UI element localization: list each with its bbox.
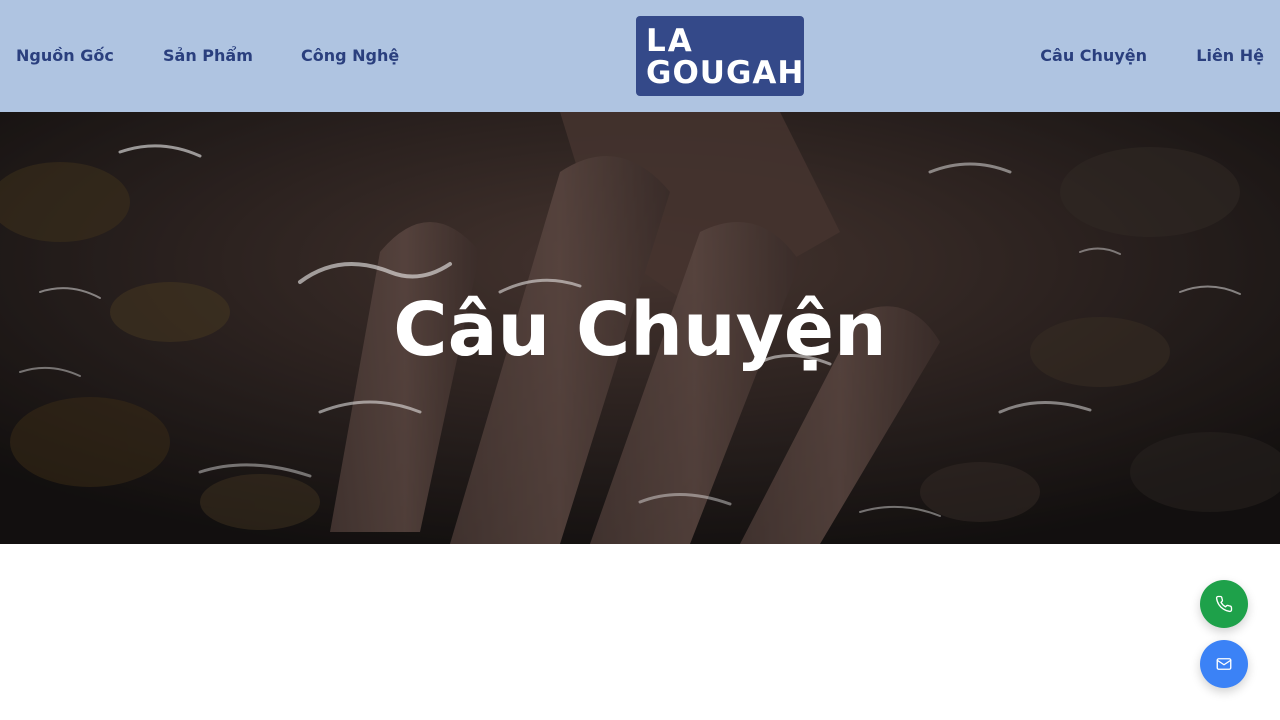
mail-icon (1216, 658, 1232, 670)
nav-link-nguon-goc[interactable]: Nguồn Gốc (16, 44, 114, 68)
brand-logo[interactable]: LA GOUGAH (636, 16, 804, 96)
nav-link-cau-chuyen[interactable]: Câu Chuyện (1040, 44, 1147, 68)
nav-link-lien-he[interactable]: Liên Hệ (1196, 44, 1264, 68)
nav-link-san-pham[interactable]: Sản Phẩm (163, 44, 253, 68)
nav-link-cong-nghe[interactable]: Công Nghệ (301, 44, 399, 68)
logo-text-line2: GOUGAH (646, 55, 804, 91)
hero-banner: Câu Chuyện (0, 112, 1280, 544)
mail-fab-button[interactable] (1200, 640, 1248, 688)
phone-fab-button[interactable] (1200, 580, 1248, 628)
phone-icon (1215, 595, 1233, 613)
site-header: Nguồn Gốc Sản Phẩm Công Nghệ LA GOUGAH C… (0, 0, 1280, 112)
logo-text-line1: LA (646, 23, 694, 59)
hero-title: Câu Chuyện (393, 287, 887, 373)
